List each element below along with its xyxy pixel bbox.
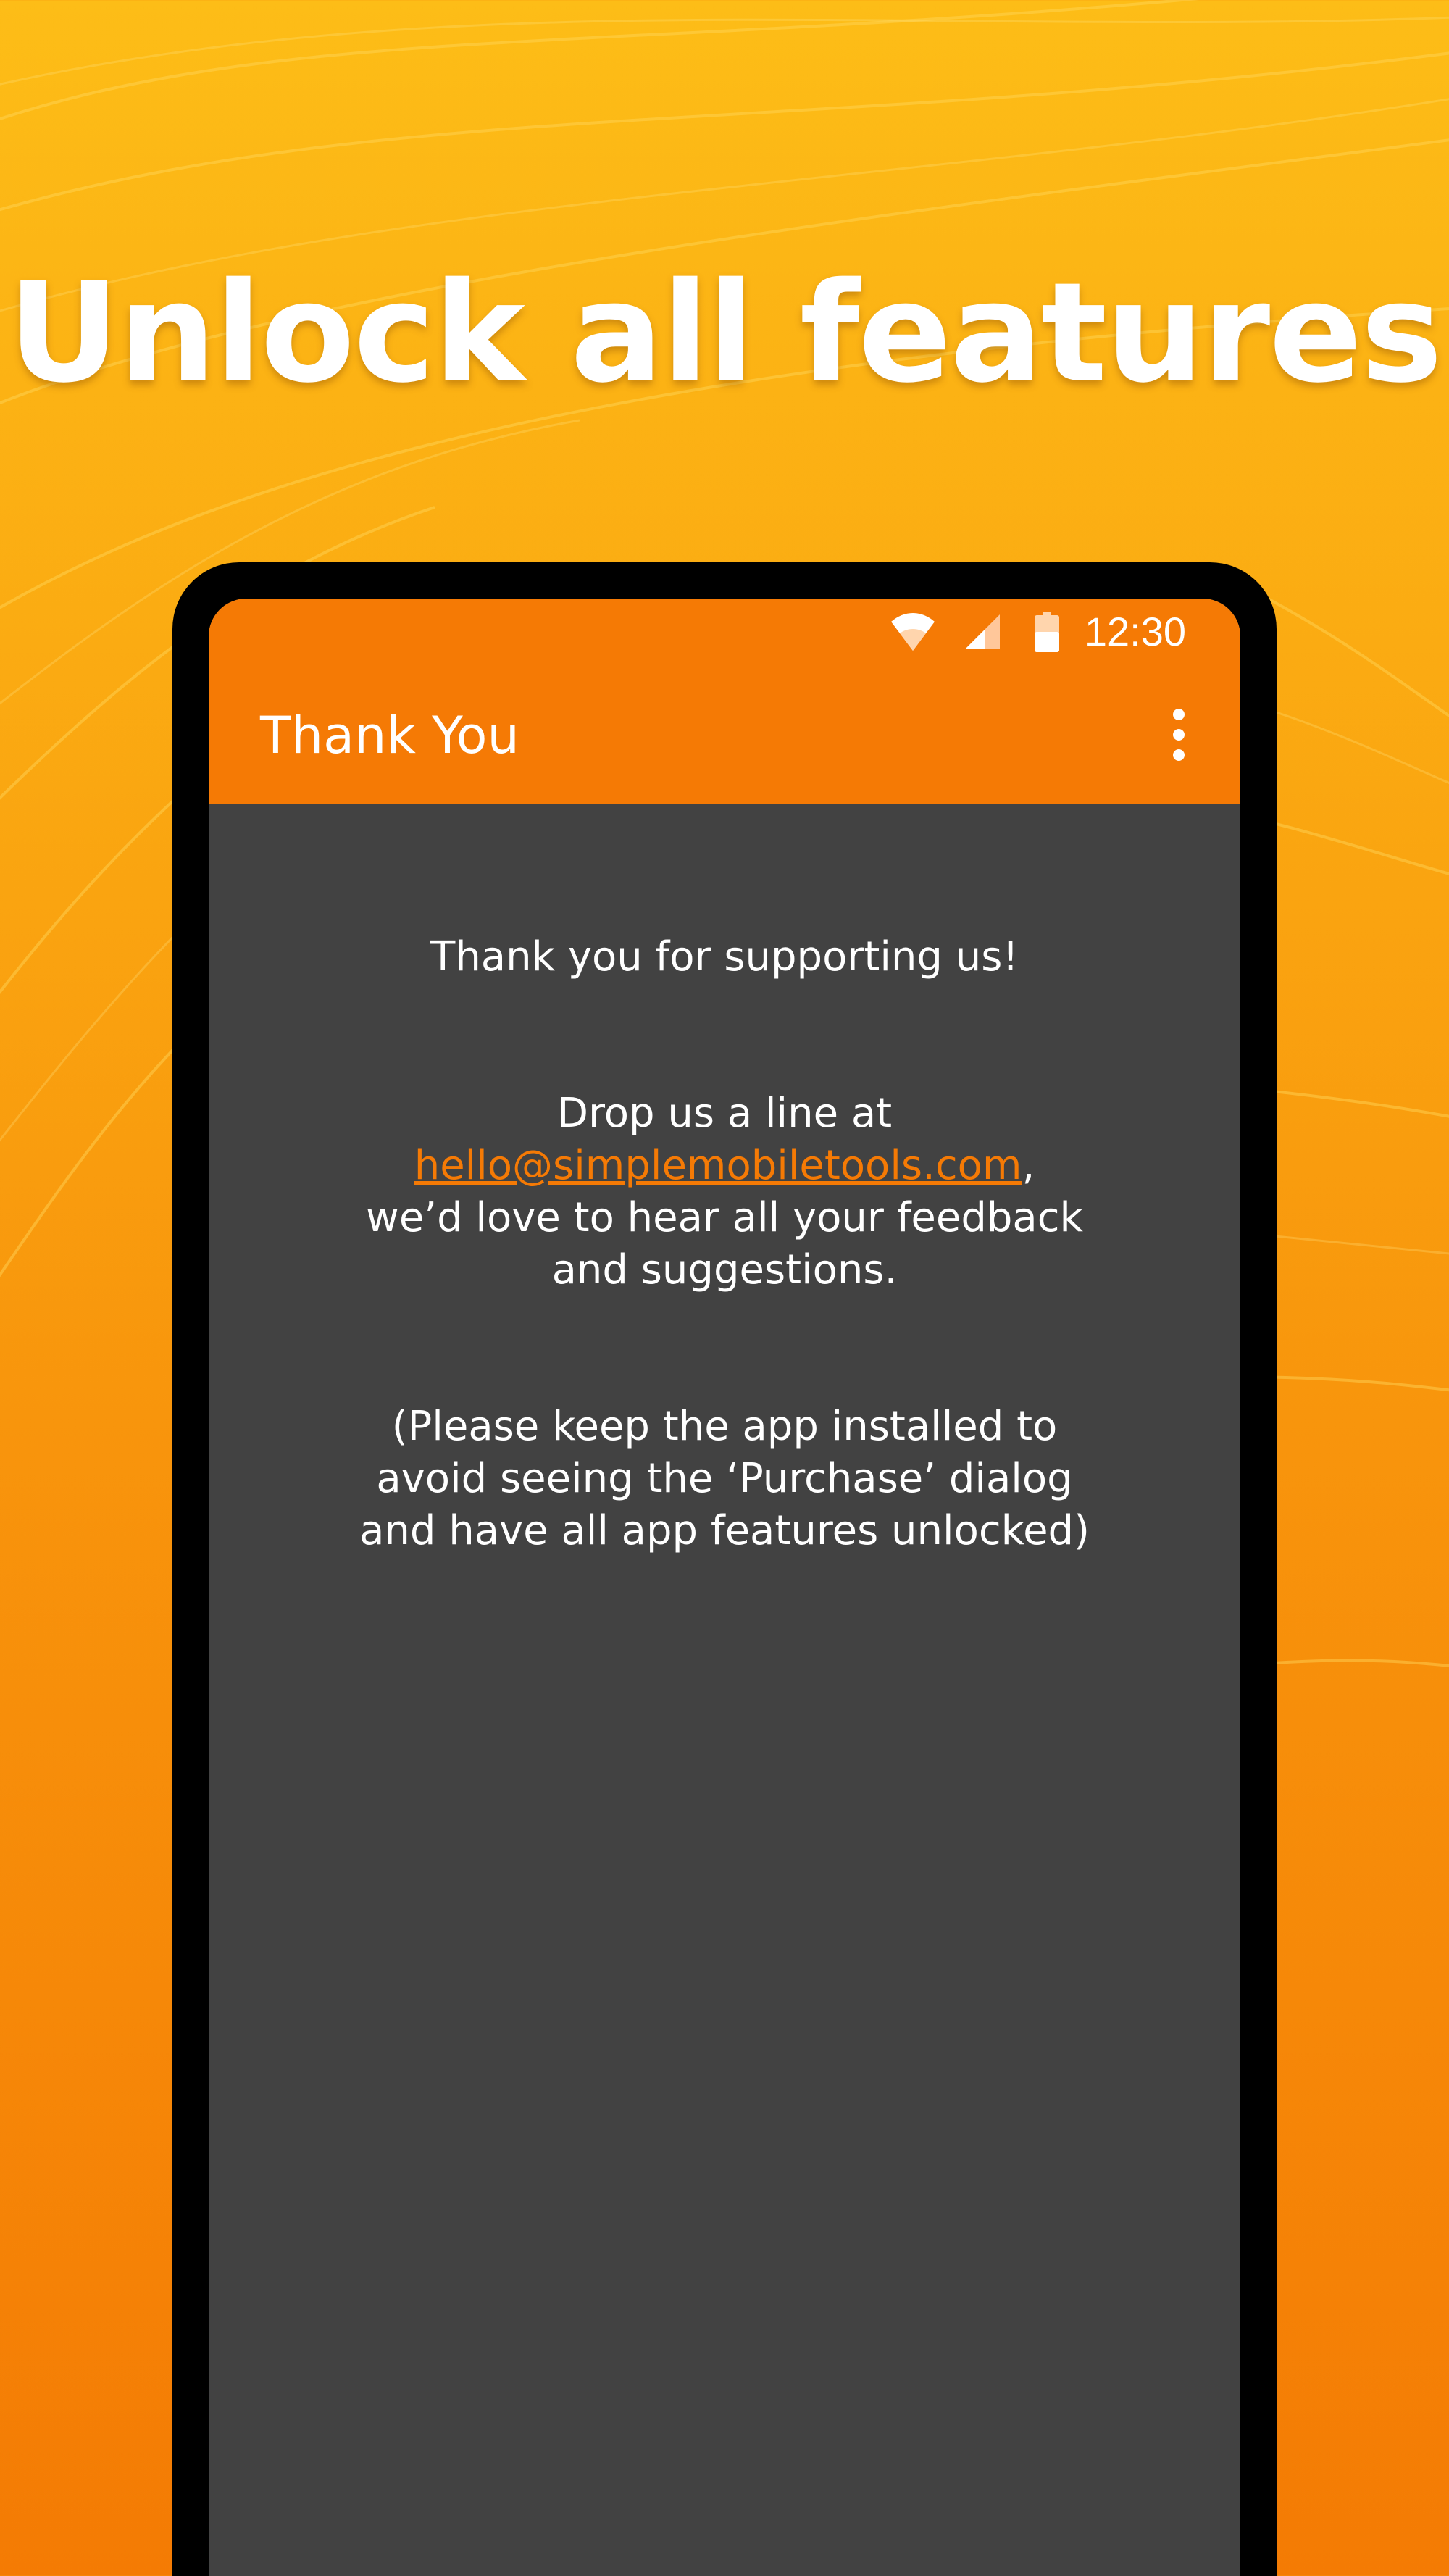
note-text: (Please keep the app installed to avoid …: [359, 1403, 1090, 1554]
status-bar: 12:30: [209, 599, 1240, 665]
contact-text: Drop us a line at hello@simplemobiletool…: [326, 1088, 1123, 1296]
app-toolbar: Thank You: [209, 665, 1240, 804]
cellular-signal-icon: [965, 614, 1000, 649]
battery-icon: [1035, 612, 1059, 652]
contact-comma: ,: [1022, 1142, 1035, 1189]
status-time: 12:30: [1084, 609, 1186, 654]
toolbar-title: Thank You: [260, 706, 519, 765]
wifi-icon: [891, 613, 935, 651]
thank-you-content: Thank you for supporting us! Drop us a l…: [209, 804, 1240, 1557]
contact-prefix: Drop us a line at: [556, 1090, 893, 1137]
email-link[interactable]: hello@simplemobiletools.com: [414, 1142, 1022, 1189]
phone-screen: 12:30 Thank You Thank you for supporting…: [209, 599, 1240, 2576]
contact-suffix: we’d love to hear all your feedback and …: [366, 1194, 1083, 1293]
more-vert-icon[interactable]: [1146, 699, 1211, 771]
promo-headline: Unlock all features: [7, 253, 1442, 413]
thanks-text: Thank you for supporting us!: [430, 933, 1019, 980]
phone-frame: 12:30 Thank You Thank you for supporting…: [172, 562, 1277, 2576]
